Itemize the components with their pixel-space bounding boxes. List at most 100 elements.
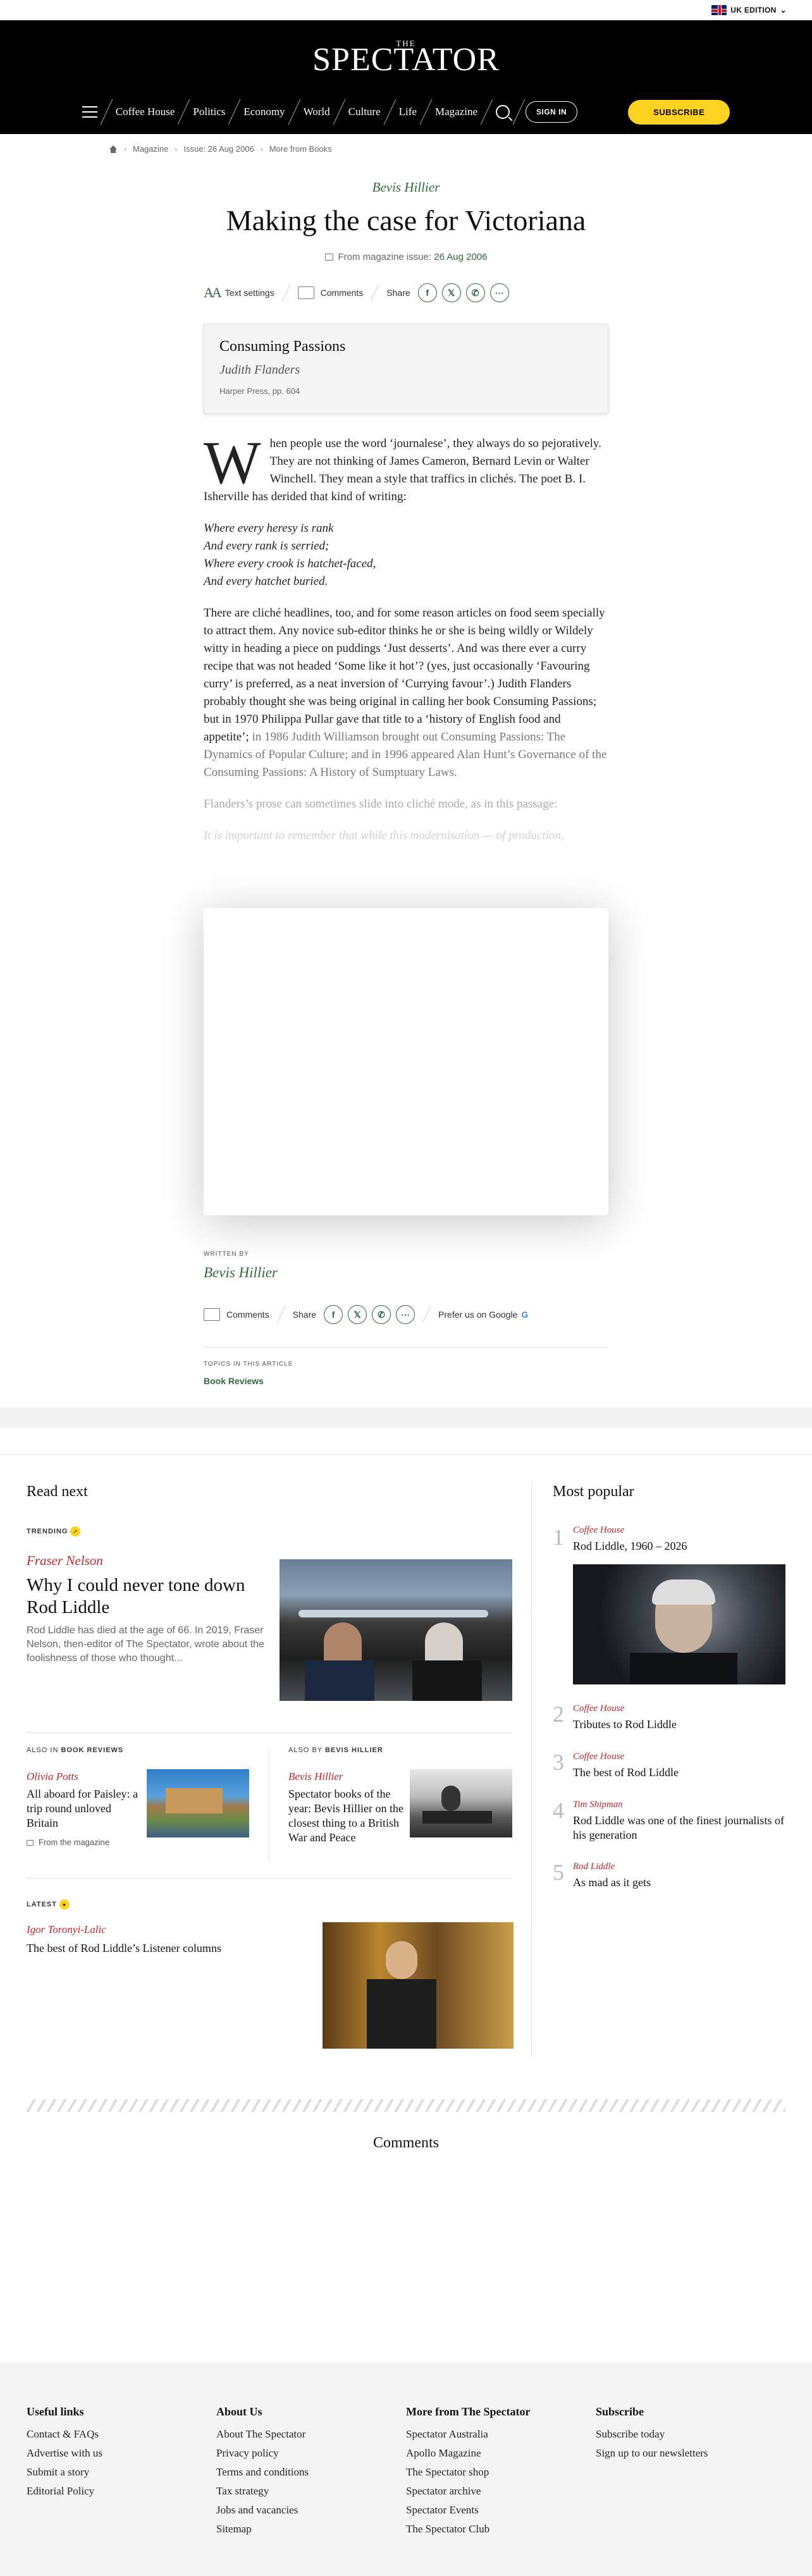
footer-link[interactable]: The Spectator Club <box>406 2520 530 2539</box>
comments-label[interactable]: Comments <box>226 1309 269 1320</box>
person-silhouette <box>441 1786 460 1811</box>
trending-image[interactable] <box>280 1559 512 1701</box>
poem-line: Where every heresy is rank <box>204 522 334 535</box>
text-settings-icon[interactable]: AA <box>204 285 222 301</box>
footer-link[interactable]: Contact & FAQs <box>27 2425 102 2444</box>
footer-link[interactable]: Spectator Australia <box>406 2425 530 2444</box>
nav-magazine[interactable]: Magazine <box>426 106 486 118</box>
comments-label[interactable]: Comments <box>321 288 364 298</box>
article-author[interactable]: Bevis Hillier <box>0 180 812 195</box>
footer-link[interactable]: Terms and conditions <box>216 2463 309 2482</box>
footer-link[interactable]: Apollo Magazine <box>406 2444 530 2463</box>
trending-headline[interactable]: Why I could never tone down Rod Liddle <box>27 1574 248 1619</box>
breadcrumb-magazine[interactable]: Magazine <box>133 144 168 154</box>
nav-culture[interactable]: Culture <box>340 106 390 118</box>
also-in-value[interactable]: BOOK REVIEWS <box>61 1746 123 1754</box>
footer-link[interactable]: Subscribe today <box>596 2425 708 2444</box>
nav-coffee-house[interactable]: Coffee House <box>107 106 184 118</box>
facebook-icon[interactable]: f <box>324 1305 343 1324</box>
divider <box>27 1878 512 1879</box>
toolbar-divider <box>281 285 290 301</box>
also-by-author[interactable]: Bevis Hillier <box>288 1770 343 1783</box>
prefer-google-label[interactable]: Prefer us on Google <box>438 1309 517 1320</box>
footer-link[interactable]: Spectator archive <box>406 2482 530 2501</box>
issue-date-link[interactable]: 26 Aug 2006 <box>434 252 487 262</box>
person-silhouette <box>386 1941 417 1979</box>
facebook-icon[interactable]: f <box>417 283 437 302</box>
footer-link[interactable]: About The Spectator <box>216 2425 309 2444</box>
footer-link[interactable]: Spectator Events <box>406 2501 530 2520</box>
footer-link[interactable]: The Spectator shop <box>406 2463 530 2482</box>
nav-economy[interactable]: Economy <box>235 106 293 118</box>
popular-headline[interactable]: Rod Liddle was one of the finest journal… <box>573 1813 785 1843</box>
also-by-value[interactable]: BEVIS HILLIER <box>325 1746 383 1754</box>
latest-image[interactable] <box>323 1922 514 2049</box>
whatsapp-icon[interactable]: ✆ <box>465 283 485 302</box>
popular-headline[interactable]: The best of Rod Liddle <box>573 1765 782 1780</box>
latest-author[interactable]: Igor Toronyi-Lalic <box>27 1923 106 1936</box>
popular-category[interactable]: Coffee House <box>573 1703 624 1714</box>
site-logo[interactable]: THE SPECTATOR <box>0 39 812 77</box>
nav-politics[interactable]: Politics <box>184 106 234 118</box>
popular-headline[interactable]: As mad as it gets <box>573 1875 782 1890</box>
popular-rank: 3 <box>553 1750 564 1775</box>
footer-link[interactable]: Tax strategy <box>216 2482 309 2501</box>
more-share-icon[interactable]: ⋯ <box>489 283 509 302</box>
also-in-image[interactable] <box>147 1769 249 1837</box>
paragraph-2-text-a: There are cliché headlines, too, and for… <box>204 606 605 744</box>
breadcrumb-more-books[interactable]: More from Books <box>269 144 332 154</box>
footer-link[interactable]: Sign up to our newsletters <box>596 2444 708 2463</box>
footer-link[interactable]: Submit a story <box>27 2463 102 2482</box>
whatsapp-icon[interactable]: ✆ <box>372 1305 391 1324</box>
x-icon[interactable]: 𝕏 <box>441 283 461 302</box>
footer-link[interactable]: Sitemap <box>216 2520 309 2539</box>
text-settings-label[interactable]: Text settings <box>225 288 274 298</box>
footer-col-title: Subscribe <box>596 2405 644 2418</box>
popular-headline[interactable]: Rod Liddle, 1960 – 2026 <box>573 1539 782 1554</box>
comment-icon[interactable] <box>204 1308 220 1321</box>
paragraph-1: When people use the word ‘journalese’, t… <box>204 432 608 506</box>
footer-link[interactable]: Editorial Policy <box>27 2482 102 2501</box>
topics-label: TOPICS IN THIS ARTICLE <box>204 1361 293 1368</box>
nav-life[interactable]: Life <box>390 106 426 118</box>
trending-author[interactable]: Fraser Nelson <box>27 1553 103 1569</box>
more-share-icon[interactable]: ⋯ <box>396 1305 415 1324</box>
book-publisher: Harper Press, pp. 604 <box>219 386 300 396</box>
popular-rank: 1 <box>553 1524 564 1550</box>
popular-category[interactable]: Rod Liddle <box>573 1861 615 1872</box>
sign-in-button[interactable]: SIGN IN <box>526 101 578 123</box>
chevron-down-icon: ⌄ <box>780 6 787 15</box>
popular-headline[interactable]: Tributes to Rod Liddle <box>573 1717 782 1732</box>
google-icon[interactable]: G <box>521 1309 528 1320</box>
nav-world[interactable]: World <box>295 106 339 118</box>
also-by-headline[interactable]: Spectator books of the year: Bevis Hilli… <box>288 1787 409 1845</box>
menu-icon[interactable] <box>82 106 97 118</box>
popular-category[interactable]: Coffee House <box>573 1525 624 1536</box>
topic-book-reviews[interactable]: Book Reviews <box>204 1376 264 1386</box>
subscribe-button[interactable]: SUBSCRIBE <box>628 99 730 125</box>
also-in-headline[interactable]: All aboard for Paisley: a trip round unl… <box>27 1787 140 1831</box>
also-by-image[interactable] <box>410 1769 512 1837</box>
footer-link[interactable]: Privacy policy <box>216 2444 309 2463</box>
x-icon[interactable]: 𝕏 <box>348 1305 367 1324</box>
popular-rank: 4 <box>553 1798 564 1823</box>
also-in-author[interactable]: Olivia Potts <box>27 1770 78 1783</box>
comment-icon[interactable] <box>297 286 314 299</box>
popular-category[interactable]: Tim Shipman <box>573 1800 623 1810</box>
chevron-right-icon: › <box>124 144 126 154</box>
search-icon[interactable] <box>496 105 510 119</box>
popular-image[interactable] <box>573 1564 785 1684</box>
latest-headline[interactable]: The best of Rod Liddle’s Listener column… <box>27 1941 280 1956</box>
breadcrumb-issue[interactable]: Issue: 26 Aug 2006 <box>183 144 254 154</box>
written-by-author[interactable]: Bevis Hillier <box>204 1265 278 1281</box>
popular-category[interactable]: Coffee House <box>573 1751 624 1762</box>
comments-title: Comments <box>372 2135 439 2151</box>
popular-rank: 2 <box>553 1702 564 1727</box>
most-popular-title: Most popular <box>553 1483 634 1500</box>
footer-link[interactable]: Advertise with us <box>27 2444 102 2463</box>
edition-selector[interactable]: UK EDITION ⌄ <box>711 5 787 15</box>
footer-col-title: About Us <box>216 2405 262 2418</box>
footer-link[interactable]: Jobs and vacancies <box>216 2501 309 2520</box>
also-in-prefix: ALSO IN <box>27 1746 59 1754</box>
home-icon[interactable] <box>109 145 118 153</box>
